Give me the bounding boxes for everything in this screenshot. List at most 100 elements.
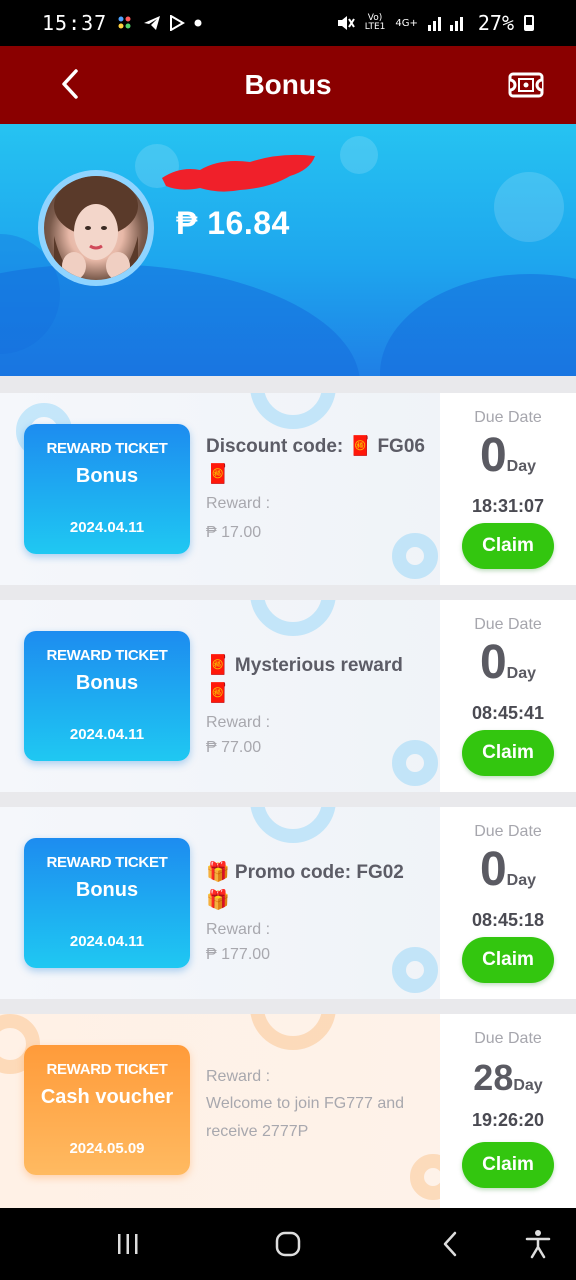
reward-value: ₱ 77.00 — [206, 739, 262, 756]
ring-decoration — [250, 807, 336, 843]
battery-icon — [524, 15, 534, 31]
volte-icon: Vo) LTE1 — [364, 13, 386, 32]
photos-icon — [118, 16, 131, 29]
status-right-icons: Vo) LTE1 4G+ 27% — [337, 11, 534, 35]
ring-decoration — [250, 600, 336, 636]
signal-icon — [427, 17, 463, 31]
ticket-name: Bonus — [75, 465, 139, 487]
reward-value: ₱ 17.00 — [206, 524, 262, 541]
accessibility-icon — [525, 1230, 551, 1259]
reward-ticket: REWARD TICKET Bonus 2024.04.11 — [24, 631, 190, 761]
ticket-title: REWARD TICKET — [46, 854, 168, 871]
claim-button[interactable]: Claim — [462, 730, 554, 776]
reward-ticket: REWARD TICKET Bonus 2024.04.11 — [24, 838, 190, 968]
ticket-name: Cash voucher — [40, 1086, 174, 1108]
due-date-panel: Due Date 0Day 08:45:18 Claim — [440, 807, 576, 999]
reward-name: 🧧 Mysterious reward 🧧 — [206, 655, 403, 704]
due-date-label: Due Date — [474, 823, 542, 840]
day-unit: Day — [506, 872, 537, 889]
reward-value: ₱ 177.00 — [206, 946, 271, 963]
balance-amount: ₱ 16.84 — [176, 205, 290, 241]
page-title: Bonus — [244, 69, 332, 100]
due-days: 0Day — [440, 636, 576, 701]
dot-icon — [194, 19, 202, 27]
reward-label: Reward : — [206, 495, 271, 512]
due-days-number: 0 — [479, 429, 507, 482]
reward-name: 🎁 Promo code: FG02 🎁 — [206, 862, 404, 911]
claim-button[interactable]: Claim — [462, 1142, 554, 1188]
reward-ticket: REWARD TICKET Cash voucher 2024.05.09 — [24, 1045, 190, 1175]
system-navbar — [0, 1208, 576, 1280]
ticket-date: 2024.04.11 — [69, 933, 145, 950]
reward-ticket: REWARD TICKET Bonus 2024.04.11 — [24, 424, 190, 554]
reward-card: REWARD TICKET Bonus 2024.04.11 🧧 Mysteri… — [0, 600, 576, 792]
home-icon — [275, 1231, 301, 1257]
ticket-title: REWARD TICKET — [46, 647, 168, 664]
due-days: 28Day — [440, 1056, 576, 1108]
chevron-left-icon — [62, 69, 78, 99]
ticket-date: 2024.04.11 — [69, 519, 145, 536]
due-date-label: Due Date — [474, 409, 542, 426]
due-date-label: Due Date — [474, 616, 542, 633]
ticket-name: Bonus — [75, 879, 139, 901]
due-time: 08:45:18 — [471, 910, 545, 930]
due-days: 0Day — [440, 843, 576, 908]
due-time: 19:26:20 — [471, 1110, 545, 1130]
recent-apps-icon — [118, 1234, 138, 1254]
ticket-name: Bonus — [75, 672, 139, 694]
due-date-panel: Due Date 0Day 18:31:07 Claim — [440, 393, 576, 585]
claim-button[interactable]: Claim — [462, 523, 554, 569]
ticket-icon — [508, 72, 544, 98]
recent-apps-button[interactable] — [110, 1226, 146, 1262]
back-icon — [443, 1231, 457, 1257]
status-bar: 15:37 Vo) LTE1 4G+ 27% — [0, 0, 576, 46]
due-days-number: 28 — [473, 1057, 514, 1098]
reward-card: REWARD TICKET Bonus 2024.04.11 🎁 Promo c… — [0, 807, 576, 999]
reward-info: Reward : Welcome to join FG777 and recei… — [206, 1068, 416, 1146]
claim-button[interactable]: Claim — [462, 937, 554, 983]
reward-label: Reward : — [206, 714, 271, 731]
reward-card: REWARD TICKET Cash voucher 2024.05.09 Re… — [0, 1014, 576, 1208]
avatar-photo — [44, 176, 148, 280]
nav-back-button[interactable] — [432, 1226, 468, 1262]
reward-info: Discount code: 🧧 FG06 🧧 Reward : ₱ 17.00 — [206, 433, 426, 547]
battery-percent: 27% — [477, 11, 514, 35]
day-unit: Day — [513, 1077, 543, 1094]
accessibility-button[interactable] — [520, 1226, 556, 1262]
ticket-date: 2024.05.09 — [69, 1140, 145, 1157]
due-date-panel: Due Date 28Day 19:26:20 Claim — [440, 1014, 576, 1208]
ring-decoration — [250, 1014, 336, 1050]
ring-decoration — [250, 393, 336, 429]
ticket-date: 2024.04.11 — [69, 726, 145, 743]
ticket-title: REWARD TICKET — [46, 1061, 168, 1078]
due-days: 0Day — [440, 429, 576, 494]
due-date-label: Due Date — [474, 1030, 542, 1047]
due-time: 18:31:07 — [471, 496, 545, 516]
app-header: Bonus — [0, 46, 576, 124]
back-button[interactable] — [50, 64, 90, 104]
redacted-username — [162, 154, 315, 192]
reward-name: Discount code: 🧧 FG06 🧧 — [206, 436, 425, 485]
ticket-title: REWARD TICKET — [46, 440, 168, 457]
bubble-decoration — [340, 136, 378, 174]
ticket-button[interactable] — [506, 66, 546, 102]
reward-info: 🧧 Mysterious reward 🧧 Reward : ₱ 77.00 — [206, 652, 426, 762]
reward-info: 🎁 Promo code: FG02 🎁 Reward : ₱ 177.00 — [206, 859, 426, 969]
network-type: 4G+ — [395, 17, 418, 29]
mute-icon — [337, 16, 355, 30]
wave-decoration — [380, 274, 576, 376]
reward-label: Reward : — [206, 921, 271, 938]
home-button[interactable] — [270, 1226, 306, 1262]
status-left-icons — [117, 15, 203, 31]
due-time: 08:45:41 — [471, 703, 545, 723]
reward-label: Reward : — [206, 1068, 271, 1085]
due-days-number: 0 — [479, 636, 507, 689]
avatar[interactable] — [38, 170, 154, 286]
reward-value: Welcome to join FG777 and receive 2777P — [206, 1095, 405, 1140]
reward-card: REWARD TICKET Bonus 2024.04.11 Discount … — [0, 393, 576, 585]
due-days-number: 0 — [479, 843, 507, 896]
bubble-decoration — [494, 172, 564, 242]
day-unit: Day — [506, 458, 537, 475]
day-unit: Day — [506, 665, 537, 682]
due-date-panel: Due Date 0Day 08:45:41 Claim — [440, 600, 576, 792]
